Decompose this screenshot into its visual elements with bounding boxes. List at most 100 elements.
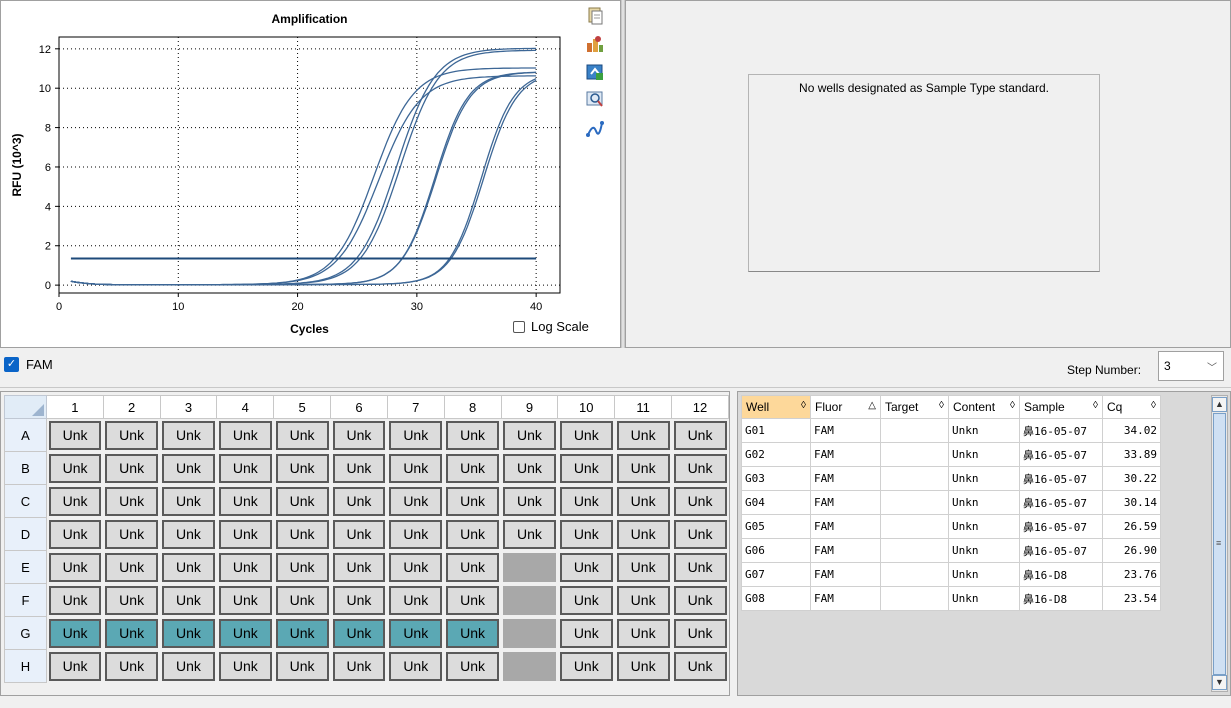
zoom-icon[interactable] bbox=[585, 89, 605, 109]
plate-well-button[interactable]: Unk bbox=[218, 421, 272, 450]
column-header-content[interactable]: Content ◊ bbox=[948, 395, 1020, 419]
plate-well-button[interactable]: Unk bbox=[389, 651, 443, 681]
plate-well-button[interactable]: Unk bbox=[48, 519, 102, 549]
plate-well-button[interactable]: Unk bbox=[332, 585, 386, 615]
plate-well-button[interactable]: Unk bbox=[218, 651, 272, 681]
plate-well-button[interactable]: Unk bbox=[218, 519, 272, 549]
plate-well-button[interactable]: Unk bbox=[616, 618, 670, 648]
plate-well-button[interactable]: Unk bbox=[275, 651, 329, 681]
sort-icon[interactable]: ◊ bbox=[801, 400, 806, 411]
plate-column-header[interactable]: 2 bbox=[102, 395, 161, 419]
plate-well[interactable]: Unk bbox=[103, 419, 160, 452]
plate-well[interactable]: Unk bbox=[217, 584, 274, 617]
plate-well[interactable]: Unk bbox=[274, 452, 331, 485]
plate-well[interactable]: Unk bbox=[217, 485, 274, 518]
plate-row-header[interactable]: H bbox=[4, 649, 47, 683]
cell-well[interactable]: G06 bbox=[741, 538, 811, 563]
plate-well[interactable]: Unk bbox=[331, 485, 388, 518]
plate-row-header[interactable]: F bbox=[4, 583, 47, 617]
plate-well[interactable]: Unk bbox=[103, 650, 160, 683]
table-row[interactable]: G06 FAM Unkn 鼻16-05-07 26.90 bbox=[741, 538, 1161, 563]
table-row[interactable]: G07 FAM Unkn 鼻16-D8 23.76 bbox=[741, 562, 1161, 587]
cell-well[interactable]: G03 bbox=[741, 466, 811, 491]
plate-well-button[interactable]: Unk bbox=[559, 618, 613, 648]
plate-well-button[interactable]: Unk bbox=[275, 453, 329, 483]
plate-row-header[interactable]: C bbox=[4, 484, 47, 518]
plate-well-button[interactable]: Unk bbox=[162, 421, 215, 450]
plate-row-header[interactable]: A bbox=[4, 418, 47, 452]
plate-well-button[interactable]: Unk bbox=[389, 421, 443, 450]
cell-sample[interactable]: 鼻16-D8 bbox=[1019, 586, 1103, 611]
plate-well[interactable]: Unk bbox=[672, 617, 729, 650]
cell-cq[interactable]: 30.14 bbox=[1102, 490, 1161, 515]
plate-well[interactable]: Unk bbox=[615, 419, 672, 452]
plate-well[interactable]: Unk bbox=[217, 419, 274, 452]
plate-well-button[interactable]: Unk bbox=[616, 651, 670, 681]
plate-well[interactable]: Unk bbox=[615, 518, 672, 551]
plate-well-button[interactable]: Unk bbox=[162, 486, 215, 516]
plate-well[interactable]: Unk bbox=[217, 452, 274, 485]
plate-well[interactable]: Unk bbox=[160, 650, 217, 683]
cell-cq[interactable]: 30.22 bbox=[1102, 466, 1161, 491]
plate-well-button[interactable]: Unk bbox=[673, 486, 727, 516]
copy-icon[interactable] bbox=[585, 6, 605, 26]
log-scale-toggle[interactable]: Log Scale bbox=[513, 319, 589, 334]
plate-well-button[interactable]: Unk bbox=[162, 552, 215, 582]
plate-well[interactable]: Unk bbox=[501, 485, 558, 518]
plate-well-button[interactable]: Unk bbox=[559, 486, 613, 516]
plate-well-button[interactable]: Unk bbox=[559, 651, 613, 681]
step-number-select[interactable]: 3 ﹀ bbox=[1158, 351, 1224, 381]
plate-well-button[interactable]: Unk bbox=[616, 585, 670, 615]
plate-well[interactable] bbox=[501, 551, 558, 584]
cell-fluor[interactable]: FAM bbox=[810, 538, 881, 563]
plate-well[interactable]: Unk bbox=[387, 452, 444, 485]
cell-sample[interactable]: 鼻16-05-07 bbox=[1019, 490, 1103, 515]
plate-well-button[interactable]: Unk bbox=[446, 421, 500, 450]
table-row[interactable]: G03 FAM Unkn 鼻16-05-07 30.22 bbox=[741, 466, 1161, 491]
plate-well-button[interactable]: Unk bbox=[332, 421, 386, 450]
plate-well[interactable]: Unk bbox=[46, 617, 103, 650]
plate-column-header[interactable]: 12 bbox=[671, 395, 729, 419]
plate-well-button[interactable]: Unk bbox=[48, 552, 102, 582]
plate-well-button[interactable]: Unk bbox=[162, 618, 215, 648]
plate-well-button[interactable]: Unk bbox=[446, 519, 500, 549]
plate-well[interactable] bbox=[501, 584, 558, 617]
cell-content[interactable]: Unkn bbox=[948, 538, 1020, 563]
plate-column-header[interactable]: 7 bbox=[386, 395, 445, 419]
plate-well-button[interactable]: Unk bbox=[162, 651, 215, 681]
plate-well[interactable]: Unk bbox=[672, 419, 729, 452]
cell-content[interactable]: Unkn bbox=[948, 562, 1020, 587]
plate-well[interactable]: Unk bbox=[331, 617, 388, 650]
plate-well[interactable]: Unk bbox=[46, 452, 103, 485]
cell-content[interactable]: Unkn bbox=[948, 466, 1020, 491]
plate-well-button[interactable]: Unk bbox=[389, 552, 443, 582]
cell-cq[interactable]: 34.02 bbox=[1102, 418, 1161, 443]
plate-well-button[interactable]: Unk bbox=[105, 486, 159, 516]
plate-column-header[interactable]: 4 bbox=[216, 395, 275, 419]
plate-well-button[interactable]: Unk bbox=[275, 618, 329, 648]
plate-well-button[interactable]: Unk bbox=[673, 421, 727, 450]
table-row[interactable]: G05 FAM Unkn 鼻16-05-07 26.59 bbox=[741, 514, 1161, 539]
plate-well[interactable]: Unk bbox=[444, 485, 501, 518]
table-row[interactable]: G01 FAM Unkn 鼻16-05-07 34.02 bbox=[741, 418, 1161, 443]
plate-row-header[interactable]: E bbox=[4, 550, 47, 584]
sort-icon[interactable]: ◊ bbox=[1151, 400, 1156, 411]
plate-well-button[interactable]: Unk bbox=[446, 486, 500, 516]
cell-cq[interactable]: 26.59 bbox=[1102, 514, 1161, 539]
plate-well[interactable]: Unk bbox=[274, 419, 331, 452]
plate-well[interactable]: Unk bbox=[558, 452, 615, 485]
cell-sample[interactable]: 鼻16-05-07 bbox=[1019, 466, 1103, 491]
plate-well[interactable]: Unk bbox=[387, 419, 444, 452]
plate-well[interactable]: Unk bbox=[160, 419, 217, 452]
plate-well[interactable]: Unk bbox=[160, 551, 217, 584]
cell-content[interactable]: Unkn bbox=[948, 490, 1020, 515]
plate-well[interactable]: Unk bbox=[672, 584, 729, 617]
plate-well-button[interactable]: Unk bbox=[275, 585, 329, 615]
plate-well[interactable]: Unk bbox=[444, 617, 501, 650]
plate-well-button[interactable]: Unk bbox=[446, 552, 500, 582]
plate-well-button[interactable]: Unk bbox=[673, 651, 727, 681]
plate-well[interactable]: Unk bbox=[615, 617, 672, 650]
plate-well-button[interactable]: Unk bbox=[105, 651, 159, 681]
plate-well-button[interactable]: Unk bbox=[389, 618, 443, 648]
plate-well[interactable]: Unk bbox=[160, 584, 217, 617]
